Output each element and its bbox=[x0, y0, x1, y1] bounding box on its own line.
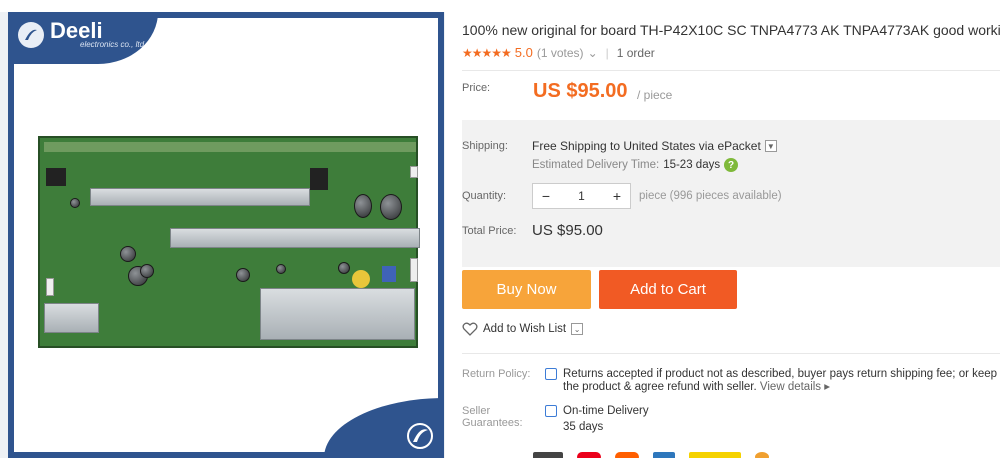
watermark-logo-icon bbox=[407, 423, 433, 449]
return-policy-text-2: the product & agree refund with seller. bbox=[563, 381, 757, 393]
logo-icon bbox=[18, 21, 44, 48]
payment-methods bbox=[533, 452, 769, 458]
votes-chevron-icon[interactable]: ⌄ bbox=[588, 46, 598, 60]
delivery-label: Estimated Delivery Time: bbox=[532, 159, 660, 171]
amex-icon bbox=[653, 452, 675, 458]
maestro-icon bbox=[615, 452, 639, 458]
rating-row: ★★★★★ 5.0 (1 votes) ⌄ | 1 order bbox=[462, 45, 655, 60]
wishlist-chevron-icon[interactable]: ⌄ bbox=[571, 323, 584, 335]
shipping-method[interactable]: Free Shipping to United States via ePack… bbox=[532, 139, 761, 153]
price-label: Price: bbox=[462, 82, 491, 94]
product-detail-panel: 100% new original for board TH-P42X10C S… bbox=[445, 12, 1000, 458]
return-policy-label: Return Policy: bbox=[462, 368, 531, 380]
visa-icon bbox=[533, 452, 563, 458]
votes-link[interactable]: (1 votes) bbox=[537, 46, 584, 60]
guarantee-delivery: On-time Delivery bbox=[563, 405, 649, 417]
heart-icon[interactable] bbox=[462, 322, 478, 336]
product-image[interactable]: Deeli electronics co., ltd bbox=[8, 12, 444, 458]
mastercard-icon bbox=[577, 452, 601, 458]
price-unit: / piece bbox=[637, 88, 673, 102]
guarantee-days: 35 days bbox=[563, 421, 604, 433]
seller-guarantee-label-2: Guarantees: bbox=[462, 417, 523, 429]
seller-guarantee-label-1: Seller bbox=[462, 405, 491, 417]
rating-value: 5.0 bbox=[514, 45, 533, 60]
divider bbox=[462, 353, 1000, 354]
divider bbox=[462, 70, 1000, 71]
delivery-estimate: Estimated Delivery Time: 15-23 days ? bbox=[532, 158, 739, 172]
shipping-selector[interactable]: Free Shipping to United States via ePack… bbox=[532, 139, 777, 153]
shipping-label: Shipping: bbox=[462, 140, 508, 152]
quantity-minus-button[interactable]: − bbox=[533, 184, 559, 208]
price-value: US $95.00 bbox=[533, 80, 628, 102]
chevron-down-icon[interactable]: ▼ bbox=[764, 140, 777, 152]
return-policy-text-1: Returns accepted if product not as descr… bbox=[563, 368, 998, 380]
product-image-area: Deeli electronics co., ltd bbox=[0, 12, 445, 458]
add-to-wishlist[interactable]: Add to Wish List ⌄ bbox=[462, 322, 584, 336]
truck-icon bbox=[545, 405, 557, 417]
quantity-label: Quantity: bbox=[462, 190, 507, 202]
delivery-days: 15-23 days bbox=[663, 159, 721, 171]
western-union-icon bbox=[689, 452, 741, 458]
view-details-link[interactable]: View details ▸ bbox=[760, 381, 830, 393]
total-price-value: US $95.00 bbox=[532, 222, 603, 239]
buy-now-button[interactable]: Buy Now bbox=[462, 270, 591, 309]
add-to-cart-button[interactable]: Add to Cart bbox=[599, 270, 737, 309]
total-price-label: Total Price: bbox=[462, 225, 517, 237]
rating-stars: ★★★★★ bbox=[462, 45, 512, 60]
wishlist-label[interactable]: Add to Wish List bbox=[483, 323, 566, 335]
return-policy-line2: the product & agree refund with seller. … bbox=[563, 380, 830, 394]
quantity-plus-button[interactable]: + bbox=[604, 184, 630, 208]
store-logo: Deeli electronics co., ltd bbox=[18, 20, 144, 49]
help-icon[interactable]: ? bbox=[724, 158, 739, 172]
quantity-stepper: − 1 + bbox=[532, 183, 631, 209]
return-policy-icon bbox=[545, 368, 557, 380]
circuit-board-photo bbox=[38, 136, 420, 348]
logo-name: Deeli bbox=[50, 18, 103, 43]
quantity-input[interactable]: 1 bbox=[559, 189, 604, 203]
quantity-availability: piece (996 pieces available) bbox=[639, 190, 782, 202]
order-count: 1 order bbox=[616, 45, 655, 60]
product-title: 100% new original for board TH-P42X10C S… bbox=[462, 22, 1000, 38]
bank-transfer-icon bbox=[755, 452, 769, 458]
logo-subtitle: electronics co., ltd bbox=[80, 40, 145, 49]
